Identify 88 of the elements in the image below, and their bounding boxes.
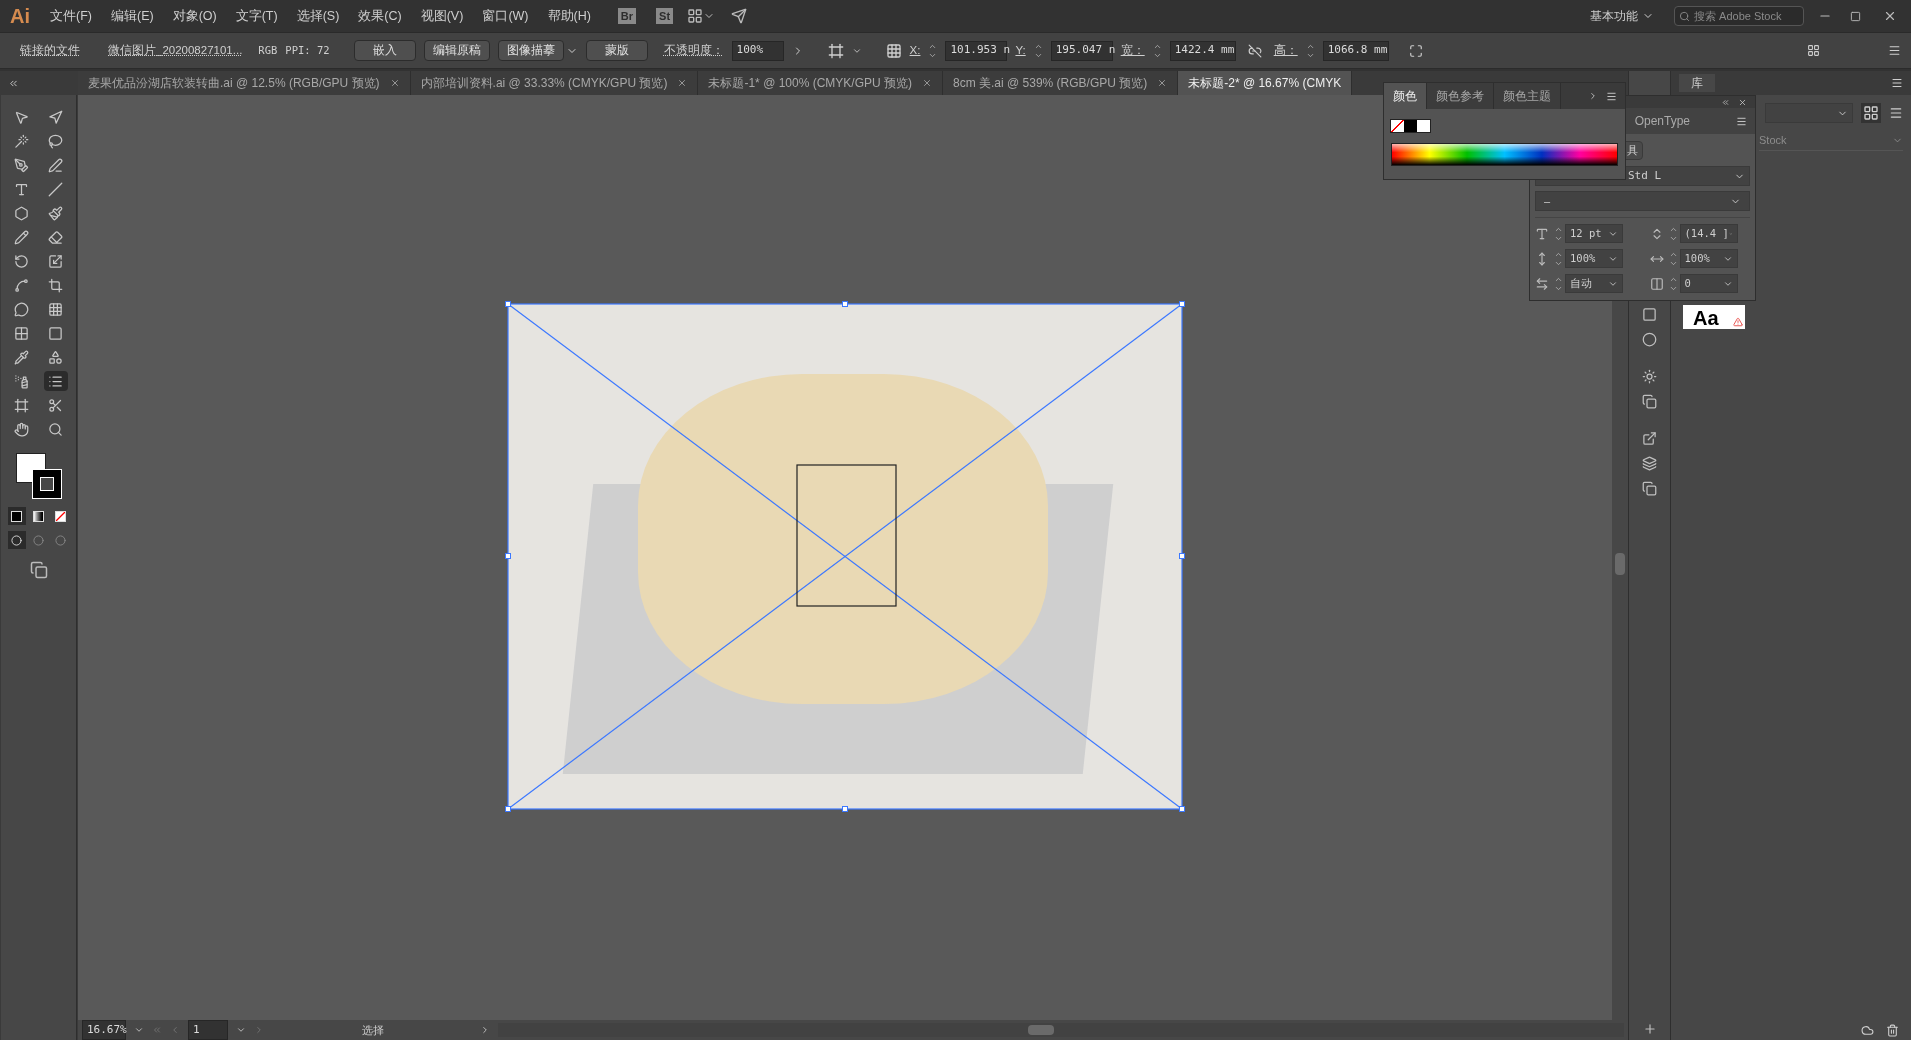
panel-menu-icon[interactable] [1736, 115, 1747, 127]
list-view-icon[interactable] [1889, 106, 1903, 120]
artboard-field[interactable]: 1 [188, 1020, 228, 1040]
color-panel-tab[interactable]: 颜色 [1384, 83, 1427, 109]
search-icon [1679, 10, 1690, 22]
character-field[interactable]: 100% [1565, 249, 1623, 268]
more-tabs-icon[interactable] [1588, 91, 1598, 101]
ppi-text: PPI: 72 [285, 42, 330, 58]
height-field[interactable]: 1066.8 mm [1322, 40, 1389, 61]
color-mode-icon[interactable] [7, 507, 26, 525]
menu-item[interactable]: 编辑(E) [110, 6, 154, 26]
reference-point-icon[interactable] [885, 42, 902, 59]
add-icon[interactable] [1642, 1022, 1657, 1036]
app-launcher-button[interactable]: St [656, 7, 674, 25]
app-launcher-button[interactable]: Br [617, 7, 637, 25]
opentype-tab[interactable]: OpenType [1630, 112, 1694, 130]
trash-icon[interactable] [1886, 1024, 1899, 1037]
height-label[interactable]: 高： [1273, 41, 1298, 60]
menu-item[interactable]: 窗口(W) [482, 6, 529, 26]
library-thumbnail[interactable]: Aa [1683, 305, 1745, 329]
appearance-panel-icon[interactable] [1642, 369, 1657, 384]
font-size-icon [1535, 226, 1549, 241]
close-icon[interactable] [1883, 9, 1897, 23]
x-label[interactable]: X: [909, 41, 921, 60]
opacity-field[interactable]: 100% [731, 40, 784, 61]
grid-view-icon[interactable] [1861, 103, 1881, 123]
cloud-icon[interactable] [1861, 1024, 1874, 1037]
width-field[interactable]: 1422.4 mm [1169, 40, 1236, 61]
workspace-switcher[interactable]: 基本功能 [1590, 7, 1654, 25]
draw-mode-icon[interactable] [7, 531, 26, 549]
stock-search-field[interactable]: 搜索 Adobe Stock [1674, 6, 1804, 26]
close-icon[interactable] [1738, 97, 1747, 107]
none-swatch[interactable] [1391, 120, 1404, 132]
panel-menu-icon[interactable] [1891, 77, 1903, 89]
close-icon[interactable] [1157, 78, 1168, 88]
horizontal-scrollbar[interactable] [498, 1023, 1624, 1037]
close-icon[interactable] [389, 78, 400, 88]
warning-icon [1733, 317, 1743, 327]
control-button[interactable]: 嵌入 [353, 40, 416, 61]
constrain-proportions-icon[interactable] [1247, 43, 1262, 58]
arrange-documents-icon[interactable] [687, 8, 704, 24]
character-field[interactable]: 100% [1679, 249, 1738, 268]
selection-label[interactable]: 链接的文件 [20, 41, 80, 60]
control-button[interactable]: 蒙版 [585, 40, 648, 61]
menu-item[interactable]: 文件(F) [50, 6, 92, 26]
y-field[interactable]: 195.047 n [1050, 40, 1113, 61]
close-icon[interactable] [677, 78, 688, 88]
document-tab[interactable]: 未标题-2* @ 16.67% (CMYK [1178, 71, 1353, 95]
character-field[interactable]: 12 pt [1565, 224, 1623, 243]
panel-grid-icon[interactable] [1807, 44, 1820, 57]
control-button[interactable]: 图像描摹 [497, 40, 564, 61]
panel-menu-icon[interactable] [1606, 90, 1617, 102]
menu-item[interactable]: 视图(V) [420, 6, 464, 26]
character-field[interactable]: 0 [1679, 274, 1738, 293]
app-logo: Ai [10, 4, 30, 29]
file-name-link[interactable]: 微信图片_20200827101... [108, 41, 243, 60]
x-field[interactable]: 101.953 n [945, 40, 1008, 61]
caret-icon[interactable] [236, 1025, 246, 1035]
control-button[interactable]: 编辑原稿 [423, 40, 490, 61]
panel-menu-icon[interactable] [1888, 44, 1901, 57]
color-spectrum[interactable] [1391, 143, 1618, 166]
menu-item[interactable]: 效果(C) [358, 6, 402, 26]
character-field[interactable]: 自动 [1565, 274, 1623, 293]
collapse-icon[interactable] [1721, 97, 1730, 107]
font-style-dropdown[interactable]: – [1535, 191, 1750, 211]
y-label[interactable]: Y: [1015, 41, 1026, 60]
export-panel-icon[interactable] [1642, 431, 1657, 446]
caret-icon[interactable] [134, 1025, 144, 1035]
menu-item[interactable]: 帮助(H) [547, 6, 591, 26]
layers-panel-icon[interactable] [1642, 456, 1657, 471]
close-icon[interactable] [922, 78, 932, 88]
status-tool-text: 选择 [362, 1022, 385, 1038]
transform-icon[interactable] [1408, 43, 1423, 58]
zoom-field[interactable]: 16.67% [82, 1020, 126, 1040]
kerning-icon [1535, 276, 1549, 291]
character-field[interactable]: (14.4 ] [1679, 224, 1738, 243]
swatch[interactable] [1404, 120, 1417, 132]
fill-and-stroke-drawing[interactable] [13, 453, 64, 501]
opacity-label[interactable]: 不透明度： [663, 41, 724, 60]
menu-item[interactable]: 选择(S) [296, 6, 340, 26]
menu-item[interactable]: 对象(O) [172, 6, 217, 26]
width-label[interactable]: 宽： [1120, 41, 1145, 60]
swatch[interactable] [1417, 120, 1430, 132]
color-mode-text: RGB [258, 42, 278, 58]
status-menu-icon[interactable] [480, 1025, 490, 1035]
menu-item[interactable]: 文字(T) [235, 6, 278, 26]
maximize-icon[interactable] [1850, 10, 1861, 22]
libraries-tab[interactable]: 库 [1679, 74, 1715, 92]
